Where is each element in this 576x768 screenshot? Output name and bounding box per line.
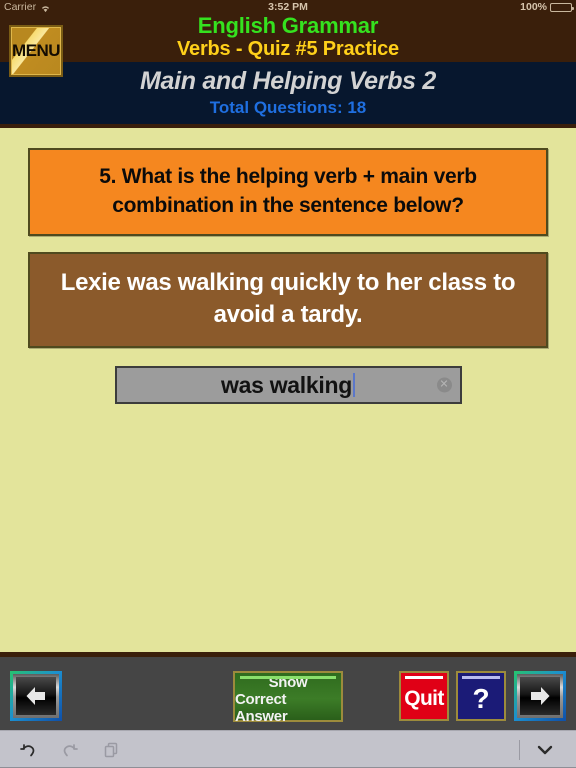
clear-circle-icon[interactable]: ✕ bbox=[436, 377, 452, 393]
status-bar-right: 100% bbox=[520, 0, 574, 14]
quit-button[interactable]: Quit bbox=[399, 671, 449, 721]
quiz-app-screen: Carrier 3:52 PM 100% MENU English Gramma… bbox=[0, 0, 576, 768]
show-answer-label-line2: Correct Answer bbox=[235, 690, 288, 725]
redo-icon bbox=[63, 743, 78, 756]
app-header: MENU English Grammar Verbs - Quiz #5 Pra… bbox=[0, 13, 576, 77]
answer-input-value: was walking bbox=[221, 372, 352, 398]
app-title: English Grammar bbox=[197, 13, 379, 38]
sentence-box: Lexie was walking quickly to her class t… bbox=[28, 252, 548, 348]
answer-input[interactable]: was walking ✕ bbox=[114, 366, 462, 404]
dismiss-keyboard-button[interactable] bbox=[534, 741, 556, 759]
battery-icon bbox=[550, 2, 574, 12]
quiz-body: 5. What is the helping verb + main verb … bbox=[0, 128, 576, 652]
help-button-label: ? bbox=[472, 682, 490, 714]
previous-question-button[interactable] bbox=[10, 671, 62, 721]
undo-button[interactable] bbox=[18, 740, 38, 760]
menu-button-label: MENU bbox=[11, 41, 61, 60]
next-question-button[interactable] bbox=[514, 671, 566, 721]
status-bar-clock: 3:52 PM bbox=[268, 1, 308, 13]
undo-icon bbox=[20, 743, 35, 756]
battery-percent-label: 100% bbox=[520, 1, 547, 13]
question-box: 5. What is the helping verb + main verb … bbox=[28, 148, 548, 236]
keyboard-bar-actions bbox=[0, 740, 122, 760]
keyboard-accessory-bar bbox=[0, 730, 576, 768]
total-questions-label: Total Questions: 18 bbox=[209, 98, 367, 117]
menu-button[interactable]: MENU bbox=[9, 25, 63, 77]
show-correct-answer-button[interactable]: Show Correct Answer bbox=[233, 671, 343, 725]
lesson-subheader: Main and Helping Verbs 2 Total Questions… bbox=[0, 62, 576, 128]
paste-button[interactable] bbox=[102, 740, 122, 760]
quiz-title: Verbs - Quiz #5 Practice bbox=[177, 38, 399, 60]
button-highlight-bar bbox=[405, 676, 443, 679]
status-bar: Carrier 3:52 PM 100% bbox=[0, 0, 576, 14]
button-highlight-bar bbox=[240, 676, 336, 679]
redo-button[interactable] bbox=[60, 740, 80, 760]
text-caret bbox=[352, 373, 355, 397]
keyboard-bar-divider bbox=[519, 740, 520, 760]
quit-button-label: Quit bbox=[404, 686, 444, 710]
lesson-title: Main and Helping Verbs 2 bbox=[139, 67, 437, 95]
forward-arrow-icon bbox=[531, 687, 550, 705]
chevron-down-icon bbox=[537, 745, 553, 755]
bottom-toolbar: Show Correct Answer Quit ? bbox=[0, 652, 576, 730]
paste-icon bbox=[104, 742, 118, 757]
answer-row: was walking ✕ bbox=[28, 366, 548, 404]
help-button[interactable]: ? bbox=[456, 671, 506, 721]
button-highlight-bar bbox=[462, 676, 500, 679]
back-arrow-icon bbox=[26, 687, 45, 705]
